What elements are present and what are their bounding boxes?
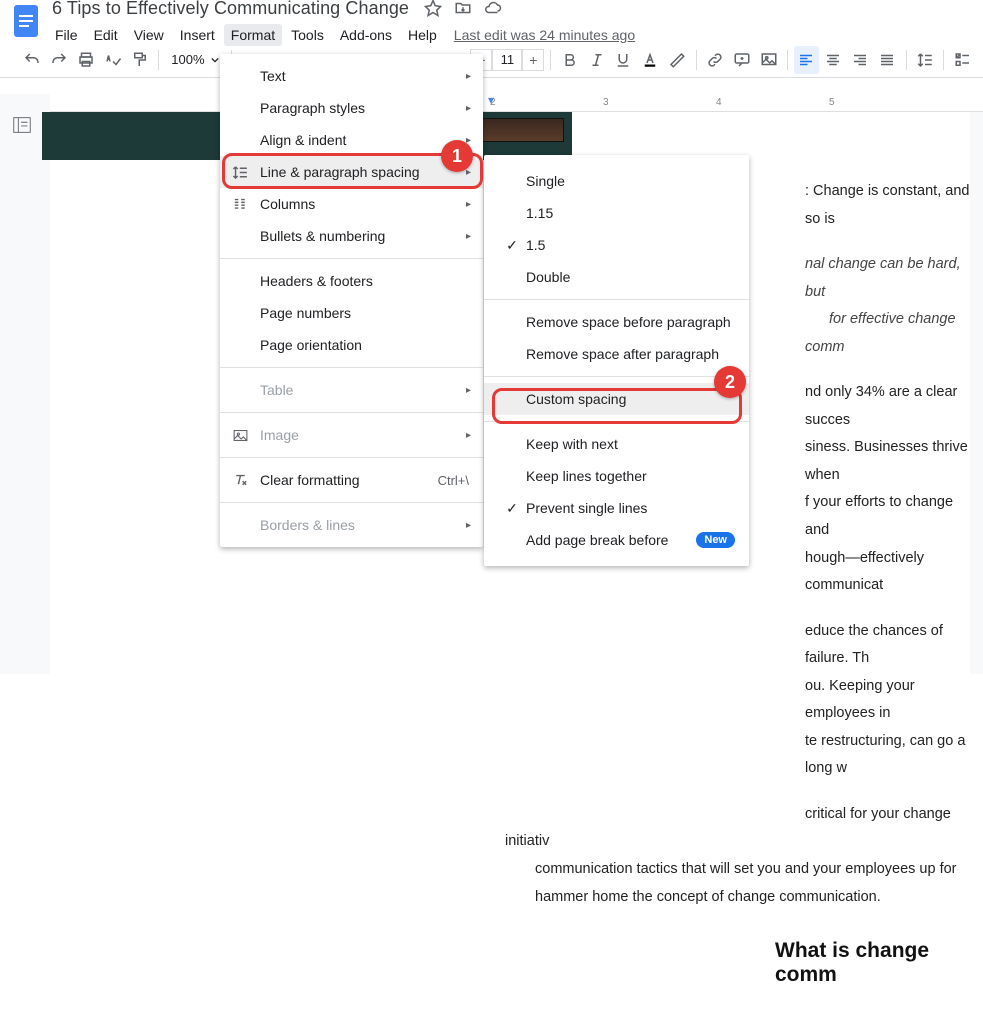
format-dropdown-menu: Text▸ Paragraph styles▸ Align & indent▸ …: [220, 54, 483, 547]
menu-view[interactable]: View: [127, 24, 171, 46]
format-image-item: Image▸: [220, 419, 483, 451]
menu-file[interactable]: File: [48, 24, 85, 46]
new-badge: New: [696, 532, 735, 548]
text-color-icon[interactable]: [638, 46, 663, 74]
heading-2: What is change comm: [775, 939, 970, 987]
font-size-value[interactable]: 11: [492, 49, 522, 71]
add-comment-icon[interactable]: [729, 46, 754, 74]
format-page-orientation-item[interactable]: Page orientation: [220, 329, 483, 361]
undo-icon[interactable]: [20, 46, 45, 74]
format-bullets-numbering-item[interactable]: Bullets & numbering▸: [220, 220, 483, 252]
checklist-icon[interactable]: [950, 46, 975, 74]
cloud-status-icon[interactable]: [483, 0, 503, 18]
format-borders-lines-item: Borders & lines▸: [220, 509, 483, 541]
body-text: : Change is constant, and so is: [805, 178, 970, 233]
checkmark-icon: ✓: [498, 500, 526, 517]
align-center-icon[interactable]: [821, 46, 846, 74]
star-icon[interactable]: [423, 0, 443, 18]
align-right-icon[interactable]: [848, 46, 873, 74]
align-left-icon[interactable]: [794, 46, 819, 74]
zoom-select[interactable]: 100%: [165, 52, 224, 67]
annotation-badge-1: 1: [441, 140, 473, 172]
menu-insert[interactable]: Insert: [173, 24, 222, 46]
docs-logo-icon[interactable]: [8, 0, 44, 45]
format-page-numbers-item[interactable]: Page numbers: [220, 297, 483, 329]
keep-with-next-item[interactable]: Keep with next: [484, 428, 749, 460]
document-title[interactable]: 6 Tips to Effectively Communicating Chan…: [48, 0, 413, 21]
menu-addons[interactable]: Add-ons: [333, 24, 399, 46]
format-columns-item[interactable]: Columns▸: [220, 188, 483, 220]
add-page-break-before-item[interactable]: Add page break beforeNew: [484, 524, 749, 556]
spacing-single-item[interactable]: Single: [484, 165, 749, 197]
menu-edit[interactable]: Edit: [87, 24, 125, 46]
spacing-115-item[interactable]: 1.15: [484, 197, 749, 229]
remove-space-after-item[interactable]: Remove space after paragraph: [484, 338, 749, 370]
spellcheck-icon[interactable]: [101, 46, 126, 74]
columns-icon: [232, 196, 260, 213]
outline-toggle-icon[interactable]: [11, 114, 39, 142]
font-size-plus[interactable]: +: [522, 49, 544, 71]
annotation-badge-2: 2: [714, 366, 746, 398]
format-clear-formatting-item[interactable]: Clear formattingCtrl+\: [220, 464, 483, 496]
move-folder-icon[interactable]: [453, 0, 473, 18]
line-spacing-icon: [232, 164, 260, 181]
spacing-15-item[interactable]: ✓1.5: [484, 229, 749, 261]
remove-space-before-item[interactable]: Remove space before paragraph: [484, 306, 749, 338]
paint-format-icon[interactable]: [128, 46, 153, 74]
body-text: nal change can be hard, butfor effective…: [805, 251, 970, 361]
custom-spacing-item[interactable]: Custom spacing: [484, 383, 749, 415]
body-text: nd only 34% are a clear succes siness. B…: [805, 379, 970, 599]
line-spacing-submenu: Single 1.15 ✓1.5 Double Remove space bef…: [484, 155, 749, 566]
print-icon[interactable]: [74, 46, 99, 74]
spacing-double-item[interactable]: Double: [484, 261, 749, 293]
line-spacing-toolbar-icon[interactable]: [912, 46, 937, 74]
insert-link-icon[interactable]: [703, 46, 728, 74]
redo-icon[interactable]: [47, 46, 72, 74]
prevent-single-lines-item[interactable]: ✓Prevent single lines: [484, 492, 749, 524]
horizontal-ruler[interactable]: ▾ 2 3 4 5: [50, 94, 983, 112]
bold-icon[interactable]: [557, 46, 582, 74]
insert-image-icon[interactable]: [756, 46, 781, 74]
menu-tools[interactable]: Tools: [284, 24, 331, 46]
clear-format-icon: [232, 472, 260, 489]
format-headers-footers-item[interactable]: Headers & footers: [220, 265, 483, 297]
format-table-item: Table▸: [220, 374, 483, 406]
align-justify-icon[interactable]: [875, 46, 900, 74]
format-paragraph-styles-item[interactable]: Paragraph styles▸: [220, 92, 483, 124]
body-text: educe the chances of failure. Th ou. Kee…: [805, 618, 970, 783]
highlight-color-icon[interactable]: [665, 46, 690, 74]
checkmark-icon: ✓: [498, 237, 526, 254]
toolbar: 100% − 11 +: [0, 42, 983, 78]
underline-icon[interactable]: [611, 46, 636, 74]
last-edit-link[interactable]: Last edit was 24 minutes ago: [454, 27, 635, 43]
image-icon: [232, 427, 260, 444]
menu-help[interactable]: Help: [401, 24, 444, 46]
format-text-item[interactable]: Text▸: [220, 60, 483, 92]
body-text: critical for your change initiativ commu…: [505, 801, 970, 911]
keep-lines-together-item[interactable]: Keep lines together: [484, 460, 749, 492]
italic-icon[interactable]: [584, 46, 609, 74]
menu-format[interactable]: Format: [224, 24, 282, 46]
menubar: File Edit View Insert Format Tools Add-o…: [48, 23, 983, 47]
